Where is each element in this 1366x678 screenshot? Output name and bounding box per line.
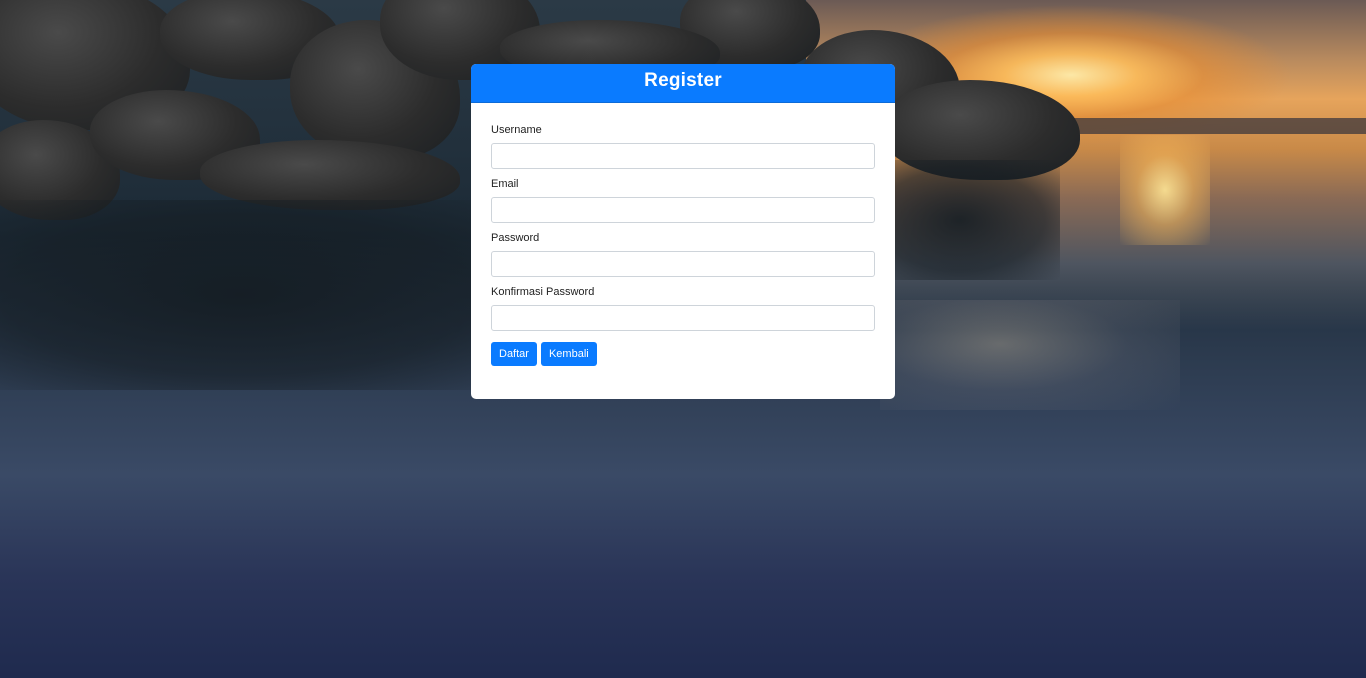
confirm-password-label: Konfirmasi Password [491,286,595,298]
username-group: Username [491,123,875,169]
sun-reflection [1120,135,1210,245]
card-header: Register [471,64,895,103]
button-row: Daftar Kembali [491,342,875,366]
confirm-password-group: Konfirmasi Password [491,285,875,331]
username-label: Username [491,124,542,136]
password-input[interactable] [491,251,875,277]
password-label: Password [491,232,540,244]
username-input[interactable] [491,143,875,169]
confirm-password-input[interactable] [491,305,875,331]
back-button[interactable]: Kembali [540,342,597,366]
register-submit-button[interactable]: Daftar [491,342,537,366]
password-group: Password [491,231,875,277]
register-form: Username Email Password Konfirmasi Passw… [471,103,895,366]
page-title: Register [644,70,722,91]
water-glow [880,300,1180,410]
email-label: Email [491,178,519,190]
rock-reflection [0,200,520,390]
email-group: Email [491,177,875,223]
register-card: Register Username Email Password Konfirm… [471,64,895,399]
email-input[interactable] [491,197,875,223]
